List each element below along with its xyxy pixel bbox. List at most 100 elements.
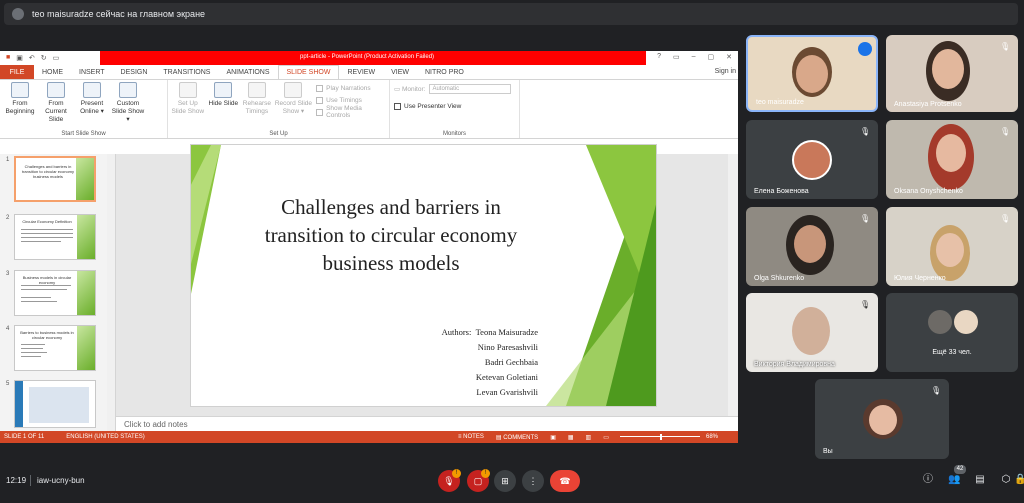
thumb-line [21,348,43,349]
reading-view-icon[interactable]: ▥ [586,434,592,441]
hide-slide-button[interactable]: Hide Slide [206,82,242,138]
from-beginning-icon [11,82,29,98]
tab-design[interactable]: DESIGN [113,65,156,79]
record-slide-show-button[interactable]: Record Slide Show ▾ [273,82,314,138]
speaking-indicator-icon [858,42,872,56]
participant-tile-2[interactable]: 🎙 Anastasiya Protsenko [886,35,1018,112]
chat-icon[interactable]: ▤ [974,474,986,486]
author-line-1: Authors: Teona Maisuradze [442,325,538,340]
slide-left-decoration [191,145,221,294]
group-label: Start Slide Show [61,131,106,137]
lock-icon[interactable]: 🔒 [1014,474,1024,486]
language-indicator[interactable]: ENGLISH (UNITED STATES) [66,434,144,440]
redo-icon[interactable]: ↻ [41,54,47,62]
show-media-controls-checkbox[interactable]: Show Media Controls [316,105,387,119]
custom-slide-show-button[interactable]: Custom Slide Show ▾ [110,82,146,138]
thumb-line [21,241,61,242]
thumb-table [29,387,89,423]
participant-tile-6[interactable]: 🎙 Юлия Черненко [886,207,1018,286]
tab-file[interactable]: FILE [0,65,34,79]
close-icon[interactable]: ✕ [726,53,732,61]
checkbox-box [316,84,324,92]
info-icon[interactable]: ⓘ [922,474,934,486]
maximize-icon[interactable]: ▢ [708,53,715,61]
author-name: Nino Paresashvili [477,342,538,352]
participant-tile-3[interactable]: 🎙 Елена Боженова [746,120,878,199]
set-up-icon [178,82,197,98]
undo-icon[interactable]: ↶ [29,54,35,62]
notes-pane[interactable]: Click to add notes [116,416,738,431]
sign-in-link[interactable]: Sign in [715,68,736,75]
window-controls: ? ▭ – ▢ ✕ [657,53,732,61]
camera-off-icon: ▢ [473,476,483,486]
slide-thumb-4[interactable]: Barriers to business models in circular … [14,325,96,371]
sorter-view-icon[interactable]: ▦ [568,434,574,441]
current-slide[interactable]: Challenges and barriers in transition to… [190,144,657,407]
more-options-button[interactable]: ⋮ [522,470,544,492]
more-participants-tile[interactable]: Ещё 33 чел. [886,293,1018,372]
present-online-button[interactable]: Present Online ▾ [74,82,110,138]
minimize-icon[interactable]: – [692,53,696,61]
thumb-decoration [77,215,95,259]
thumbnail-scrollbar[interactable] [107,154,115,431]
participant-avatar [954,310,978,334]
custom-show-icon [119,82,137,98]
thumb-line [21,233,73,234]
tab-home[interactable]: HOME [34,65,71,79]
checkbox-box [316,96,324,104]
participant-face [936,134,966,172]
participant-tile-1[interactable]: teo maisuradze [746,35,878,112]
tab-animations[interactable]: ANIMATIONS [218,65,277,79]
meeting-code: iaw-ucny-bun [37,476,85,485]
hide-slide-icon [214,82,233,98]
tab-review[interactable]: REVIEW [339,65,383,79]
tab-transitions[interactable]: TRANSITIONS [155,65,218,79]
help-icon[interactable]: ? [657,53,661,61]
mic-off-icon: 🎙 [931,386,942,395]
tab-insert[interactable]: INSERT [71,65,113,79]
activities-icon[interactable]: ⬡ [1000,474,1012,486]
tab-nitro-pro[interactable]: NITRO PRO [417,65,472,79]
set-up-slide-show-button[interactable]: Set Up Slide Show [170,82,206,138]
use-presenter-view-checkbox[interactable]: Use Presenter View [394,100,517,112]
thumb-line [21,301,57,302]
presenting-banner: teo maisuradze сейчас на главном экране [4,3,1018,25]
slide-thumb-5[interactable] [14,380,96,428]
mic-off-icon: 🎙 [860,214,871,223]
rehearse-icon [247,82,266,98]
self-tile[interactable]: 🎙 Вы [815,379,949,459]
slide-thumb-3[interactable]: Business models in circular economy [14,270,96,316]
comments-toggle[interactable]: ▤ COMMENTS [496,434,538,441]
thumb-number: 4 [6,326,10,332]
slideshow-icon[interactable]: ▭ [53,54,60,62]
slide-thumb-2[interactable]: Circular Economy Definition [14,214,96,260]
play-narrations-checkbox[interactable]: Play Narrations [316,82,387,94]
zoom-slider-thumb[interactable] [660,434,662,440]
participant-tile-7[interactable]: 🎙 Виктория Владимировна [746,293,878,372]
play-narrations-label: Play Narrations [326,84,371,92]
mic-off-icon: 🎙 [860,300,871,309]
leave-call-button[interactable]: ☎ [550,470,580,492]
notes-toggle[interactable]: ≡ NOTES [458,434,484,440]
from-beginning-button[interactable]: From Beginning [2,82,38,138]
rehearse-timings-button[interactable]: Rehearse Timings [241,82,273,138]
slideshow-view-icon[interactable]: ▭ [603,434,609,441]
zoom-level[interactable]: 68% [706,434,718,440]
from-current-slide-button[interactable]: From Current Slide [38,82,74,138]
participant-tile-4[interactable]: 🎙 Oksana Onyshchenko [886,120,1018,199]
tab-view[interactable]: VIEW [383,65,417,79]
participant-tile-5[interactable]: 🎙 Olga Shkurenko [746,207,878,286]
thumb-number: 1 [6,157,10,163]
tab-slide-show[interactable]: SLIDE SHOW [277,65,340,79]
ribbon-options-icon[interactable]: ▭ [673,53,680,61]
present-button[interactable]: ⊞ [494,470,516,492]
monitor-select[interactable]: ▭ Monitor: Automatic [394,82,517,96]
slide-authors: Authors: Teona Maisuradze Nino Paresashv… [442,325,538,400]
slide-scrollbar[interactable] [728,154,738,416]
save-icon[interactable]: ▣ [16,54,23,62]
normal-view-icon[interactable]: ▣ [550,434,556,441]
mic-off-icon: 🎙 [443,476,455,486]
people-icon[interactable]: 👥 [948,474,960,486]
present-online-label: Present Online ▾ [80,100,104,115]
slide-thumb-1[interactable]: Challenges and barriers in transition to… [14,156,96,202]
